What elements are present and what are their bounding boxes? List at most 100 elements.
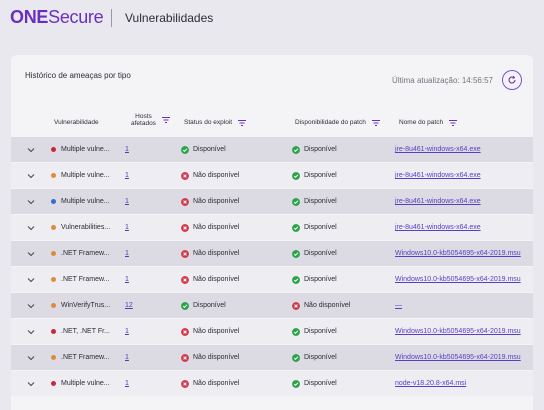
patch-availability-text: Disponível [304,380,337,387]
check-circle-icon [292,171,300,180]
x-circle-icon [181,249,189,258]
exploit-status-text: Não disponível [193,354,240,361]
exploit-status: Não disponível [181,163,239,188]
table-row[interactable]: .NET, .NET Fr... 1 Não disponível Dispon… [11,319,533,344]
chevron-down-icon [27,303,35,308]
table-row[interactable]: Multiple vulne... 1 Não disponível Dispo… [11,189,533,214]
expand-row-button[interactable] [27,371,37,396]
affected-hosts-link[interactable]: 1 [125,267,129,292]
severity-dot [51,329,56,334]
exploit-status-text: Não disponível [193,380,240,387]
patch-availability-text: Disponível [304,354,337,361]
x-circle-icon [181,171,189,180]
col-hosts-label: Hosts afetados [131,113,156,127]
expand-row-button[interactable] [27,189,37,214]
severity-dot [51,355,56,360]
patch-name-link[interactable]: Windows10.0-kb5054695-x64-2019.msu [395,319,521,344]
affected-hosts-link[interactable]: 12 [125,293,133,318]
patch-name-link[interactable]: jre-8u461-windows-x64.exe [395,215,481,240]
vulnerability-name[interactable]: .NET, .NET Fr... [51,319,119,344]
expand-row-button[interactable] [27,241,37,266]
filter-icon[interactable] [371,119,380,126]
expand-row-button[interactable] [27,163,37,188]
check-circle-icon [292,249,300,258]
exploit-status-text: Não disponível [193,276,240,283]
vulnerability-name[interactable]: .NET Framew... [51,345,119,370]
exploit-status: Não disponível [181,215,239,240]
vulnerability-name[interactable]: Multiple vulne... [51,371,119,396]
expand-row-button[interactable] [27,215,37,240]
patch-name-link[interactable]: Windows10.0-kb5054695-x64-2019.msu [395,345,521,370]
table-row[interactable]: .NET Framew... 1 Não disponível Disponív… [11,241,533,266]
affected-hosts-link[interactable]: 1 [125,319,129,344]
vulnerability-name-text: Multiple vulne... [61,198,110,205]
expand-row-button[interactable] [27,267,37,292]
patch-name-link[interactable]: Windows10.0-kb5054695-x64-2019.msu [395,241,521,266]
table-row[interactable]: .NET Framew... 1 Não disponível Disponív… [11,267,533,292]
exploit-status: Não disponível [181,189,239,214]
x-circle-icon [181,275,189,284]
vulnerability-name-text: .NET Framew... [61,250,110,257]
severity-dot [51,173,56,178]
expand-row-button[interactable] [27,345,37,370]
vulnerability-name[interactable]: Multiple vulne... [51,163,119,188]
col-patch-availability[interactable]: Disponibilidade do patch [295,119,380,126]
filter-icon[interactable] [238,119,247,126]
patch-name-link[interactable]: — [395,293,402,318]
x-circle-icon [181,197,189,206]
vulnerability-name[interactable]: .NET Framew... [51,267,119,292]
filter-icon[interactable] [449,119,458,126]
affected-hosts-link[interactable]: 1 [125,345,129,370]
affected-hosts-link[interactable]: 1 [125,241,129,266]
check-circle-icon [292,327,300,336]
vulnerability-name[interactable]: Multiple vulne... [51,137,119,162]
col-exploit-status[interactable]: Status do exploit [184,119,247,126]
patch-name-link[interactable]: jre-8u461-windows-x64.exe [395,163,481,188]
affected-hosts-link[interactable]: 1 [125,137,129,162]
col-hosts[interactable]: Hosts afetados [131,113,170,127]
patch-availability: Disponível [292,319,337,344]
chevron-down-icon [27,173,35,178]
table-row[interactable]: Multiple vulne... 1 Não disponível Dispo… [11,371,533,396]
affected-hosts-link[interactable]: 1 [125,371,129,396]
vulnerability-name[interactable]: .NET Framew... [51,241,119,266]
affected-hosts-link[interactable]: 1 [125,163,129,188]
table-row[interactable]: .NET Framew... 1 Não disponível Disponív… [11,345,533,370]
affected-hosts-link[interactable]: 1 [125,189,129,214]
exploit-status-text: Não disponível [193,172,240,179]
check-circle-icon [181,301,189,310]
patch-name-link[interactable]: jre-8u461-windows-x64.exe [395,189,481,214]
vulnerability-name[interactable]: Multiple vulne... [51,189,119,214]
patch-name-link[interactable]: node-v18.20.8-x64.msi [395,371,466,396]
col-vulnerability[interactable]: Vulnerabilidade [54,119,99,126]
expand-row-button[interactable] [27,319,37,344]
table-row[interactable]: Multiple vulne... 1 Disponível Disponíve… [11,137,533,162]
col-patch-name-label: Nome do patch [399,119,444,126]
vulnerability-name-text: .NET Framew... [61,354,110,361]
patch-availability-text: Não disponível [304,302,351,309]
patch-availability: Disponível [292,241,337,266]
col-patch-name[interactable]: Nome do patch [399,119,458,126]
expand-row-button[interactable] [27,293,37,318]
x-circle-icon [181,223,189,232]
expand-row-button[interactable] [27,137,37,162]
col-vulnerability-label: Vulnerabilidade [54,119,99,126]
check-circle-icon [292,275,300,284]
patch-availability: Disponível [292,267,337,292]
table-row[interactable]: Multiple vulne... 1 Não disponível Dispo… [11,163,533,188]
onesecure-logo[interactable]: ONESecure [10,7,104,28]
severity-dot [51,199,56,204]
patch-availability: Disponível [292,345,337,370]
check-circle-icon [292,353,300,362]
vulnerability-name[interactable]: Vulnerabilities... [51,215,119,240]
patch-name-link[interactable]: jre-8u461-windows-x64.exe [395,137,481,162]
refresh-button[interactable] [502,70,522,90]
table-row[interactable]: WinVerifyTrus... 12 Disponível Não dispo… [11,293,533,318]
vulnerability-name-text: .NET Framew... [61,276,110,283]
vulnerability-name[interactable]: WinVerifyTrus... [51,293,119,318]
table-row[interactable]: Vulnerabilities... 1 Não disponível Disp… [11,215,533,240]
patch-name-link[interactable]: Windows10.0-kb5054695-x64-2019.msu [395,267,521,292]
affected-hosts-link[interactable]: 1 [125,215,129,240]
filter-icon[interactable] [161,117,170,123]
last-updated-text: Última atualização: 14:56:57 [392,76,493,85]
